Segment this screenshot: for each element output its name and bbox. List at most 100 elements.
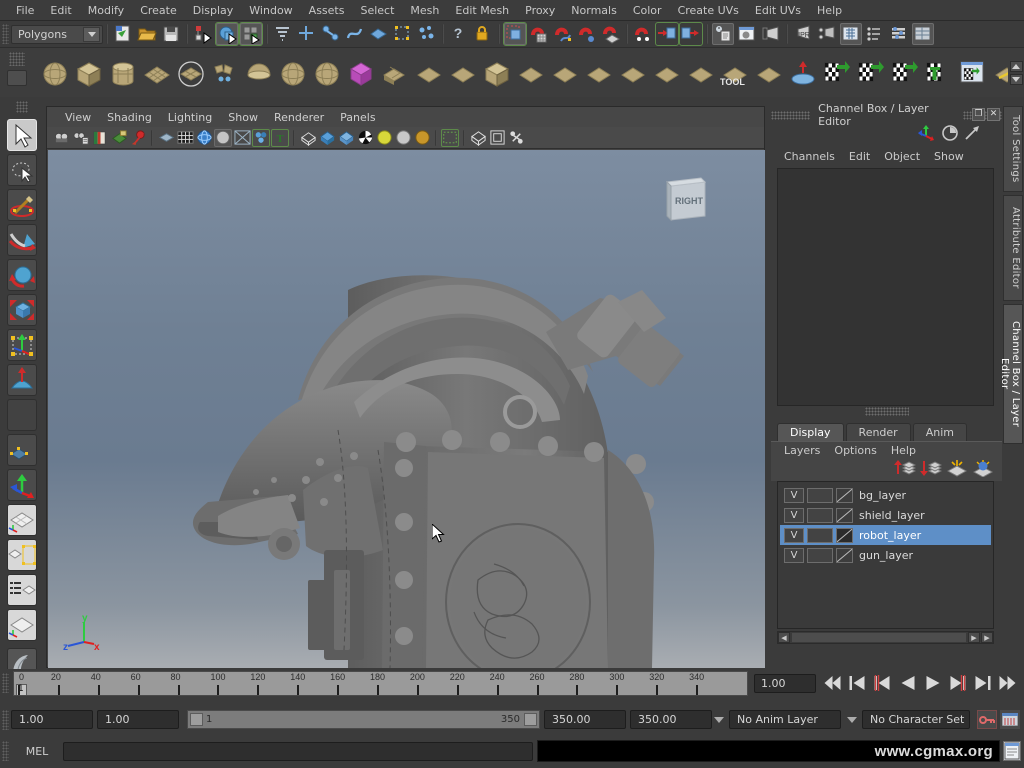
shelf-cut-faces-icon[interactable]: TOOL: [718, 56, 751, 89]
shelf-polygon-soccer-ball-icon[interactable]: [208, 56, 241, 89]
film-gate-icon[interactable]: [195, 129, 213, 147]
command-line-grip[interactable]: [2, 741, 9, 761]
play-forwards-icon[interactable]: [922, 674, 943, 693]
new-scene-icon[interactable]: [112, 23, 134, 45]
toolbox-single-perspective-view-layout[interactable]: [7, 504, 37, 536]
menu-edit[interactable]: Edit: [42, 2, 79, 19]
snap-to-grid-icon[interactable]: [528, 23, 550, 45]
shelf-polygon-helix-icon[interactable]: [310, 56, 343, 89]
xray-joints-icon[interactable]: [507, 129, 525, 147]
use-default-lighting-icon[interactable]: [413, 129, 431, 147]
viewport-menu-view[interactable]: View: [57, 110, 99, 125]
construction-history-icon[interactable]: [712, 23, 734, 45]
toolbox-four-view-layout[interactable]: [7, 539, 37, 571]
highlight-selection-icon[interactable]: [503, 22, 527, 46]
xray-icon[interactable]: [488, 129, 506, 147]
restore-icon[interactable]: ❐: [972, 108, 985, 121]
time-slider-grip[interactable]: [2, 673, 9, 693]
chevron-down-icon[interactable]: [83, 26, 100, 42]
channel-box-menu-channels[interactable]: Channels: [777, 149, 842, 164]
scroll-left-icon[interactable]: ◀: [778, 632, 790, 643]
select-camera-icon[interactable]: [53, 129, 71, 147]
menu-window[interactable]: Window: [241, 2, 300, 19]
toolbox-move-tool[interactable]: [7, 224, 37, 256]
open-scene-icon[interactable]: [136, 23, 158, 45]
layer-tab-anim[interactable]: Anim: [912, 423, 967, 441]
range-start-field[interactable]: 1.00: [97, 710, 179, 729]
input-connections-icon[interactable]: [655, 22, 679, 46]
layer-visibility-toggle[interactable]: V: [784, 507, 804, 523]
menu-modify[interactable]: Modify: [80, 2, 132, 19]
layer-list[interactable]: Vbg_layer Vshield_layer Vrobot_layer Vgun_l…: [777, 481, 994, 629]
shelf-uv-spherical-mapping-icon[interactable]: [888, 56, 921, 89]
shelf-mirror-geometry-icon[interactable]: [480, 56, 513, 89]
layer-color-swatch[interactable]: [807, 487, 833, 503]
shelf-uv-texture-editor-icon[interactable]: [956, 56, 989, 89]
step-back-keyframe-icon[interactable]: [847, 674, 868, 693]
toolbox-outliner-persp-layout[interactable]: [7, 574, 37, 606]
step-forward-frame-icon[interactable]: [947, 674, 968, 693]
viewport-menu-show[interactable]: Show: [220, 110, 266, 125]
axis-icon[interactable]: [918, 125, 936, 145]
anim-layer-field[interactable]: No Anim Layer: [729, 710, 841, 729]
select-by-component-type-icon[interactable]: [239, 22, 263, 46]
panel-splitter[interactable]: [771, 406, 1002, 416]
ipr-render-icon[interactable]: [760, 23, 782, 45]
toolbox-persp-view-layout[interactable]: [7, 609, 37, 641]
auto-keyframe-icon[interactable]: [977, 710, 997, 729]
channel-box-menu-show[interactable]: Show: [927, 149, 971, 164]
shelf-separate-icon[interactable]: [412, 56, 445, 89]
shadows-icon[interactable]: [469, 129, 487, 147]
viewport-canvas[interactable]: RIGHT y z x: [48, 150, 765, 668]
snap-to-point-icon[interactable]: [576, 23, 598, 45]
layer-visibility-toggle[interactable]: V: [784, 527, 804, 543]
arrow-icon[interactable]: [964, 125, 980, 145]
shelf-polygon-cylinder-icon[interactable]: [106, 56, 139, 89]
play-backwards-icon[interactable]: [897, 674, 918, 693]
shelf-split-polygon-tool-icon[interactable]: [582, 56, 615, 89]
scroll-right-icon[interactable]: ▶: [968, 632, 980, 643]
shelf-bevel-icon[interactable]: [548, 56, 581, 89]
curves-icon[interactable]: [344, 23, 366, 45]
menu-create[interactable]: Create: [132, 2, 185, 19]
smooth-shade-selected-icon[interactable]: [356, 129, 374, 147]
grid-icon[interactable]: [176, 129, 194, 147]
handles-icon[interactable]: [296, 23, 318, 45]
toolbox-select-tool[interactable]: [7, 119, 37, 151]
camera-attributes-icon[interactable]: [72, 129, 90, 147]
shelf-uv-cylindrical-mapping-icon[interactable]: [854, 56, 887, 89]
bookmarks-icon[interactable]: [91, 129, 109, 147]
wireframe-icon[interactable]: [318, 129, 336, 147]
menu-file[interactable]: File: [8, 2, 42, 19]
range-bar[interactable]: 1 350: [187, 710, 540, 729]
layer-color-swatch[interactable]: [807, 527, 833, 543]
range-left-handle[interactable]: [190, 713, 203, 726]
anim-start-field[interactable]: 1.00: [11, 710, 93, 729]
splitter-grip[interactable]: [864, 406, 909, 416]
dynamics-icon[interactable]: [416, 23, 438, 45]
step-back-frame-icon[interactable]: [872, 674, 893, 693]
smooth-shade-all-icon[interactable]: [337, 129, 355, 147]
select-mask-icon[interactable]: [272, 23, 294, 45]
shelf-sculpt-geometry-icon[interactable]: [786, 56, 819, 89]
toolbox-universal-manipulator-tool[interactable]: [7, 329, 37, 361]
step-forward-keyframe-icon[interactable]: [972, 674, 993, 693]
range-slider-grip[interactable]: [2, 709, 9, 730]
shelf-booleans-icon[interactable]: [446, 56, 479, 89]
safe-action-icon[interactable]: T: [271, 128, 289, 147]
toolbox-rotate-tool[interactable]: [7, 259, 37, 291]
layer-visibility-toggle[interactable]: V: [784, 487, 804, 503]
shelf-uv-automatic-mapping-icon[interactable]: [922, 56, 955, 89]
shelf-polygon-cube-icon[interactable]: [72, 56, 105, 89]
shelf-polygon-hemisphere-icon[interactable]: [242, 56, 275, 89]
anim-layer-dropdown-icon[interactable]: [845, 710, 859, 729]
snap-to-curve-icon[interactable]: [552, 23, 574, 45]
shelf-polygon-plane-icon[interactable]: [140, 56, 173, 89]
two-d-pan-zoom-icon[interactable]: [157, 129, 175, 147]
shelf-uv-planar-mapping-icon[interactable]: [820, 56, 853, 89]
view-cube[interactable]: RIGHT: [659, 172, 717, 230]
shelf-insert-edge-loop-icon[interactable]: [616, 56, 649, 89]
output-connections-icon[interactable]: [679, 22, 703, 46]
clock-icon[interactable]: [942, 125, 958, 145]
shelf-scroll-buttons[interactable]: [1008, 48, 1024, 97]
